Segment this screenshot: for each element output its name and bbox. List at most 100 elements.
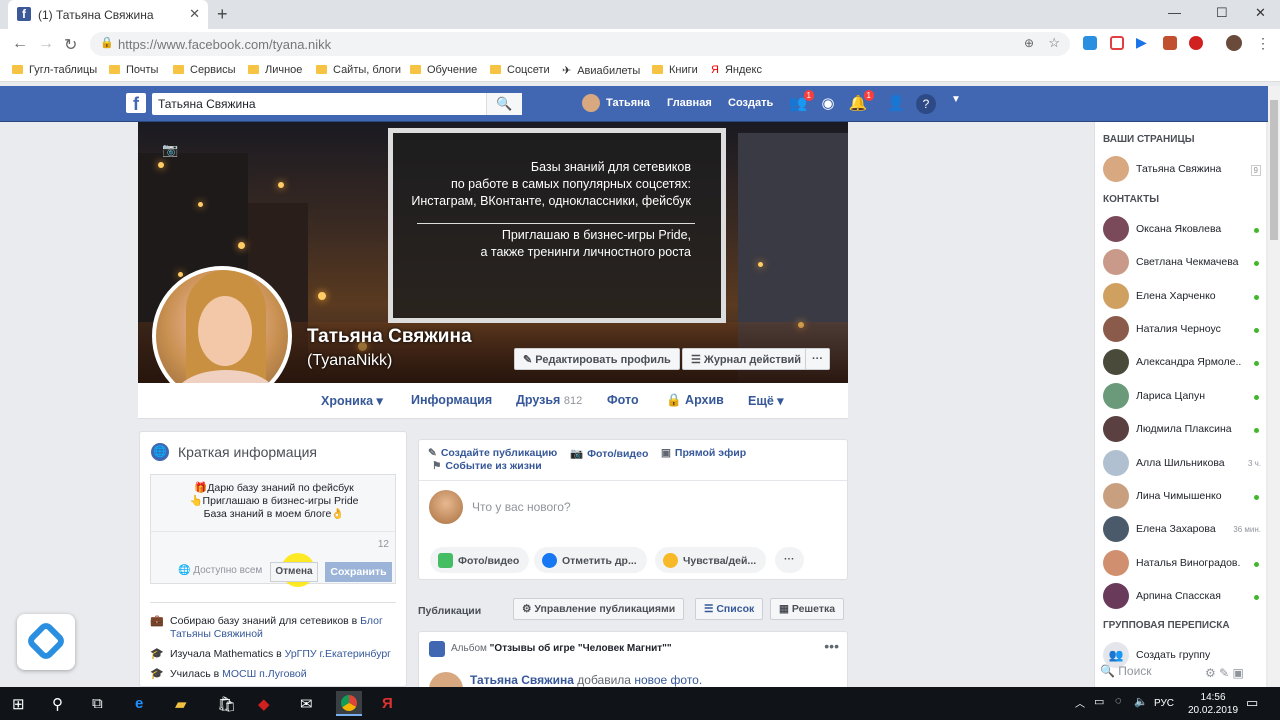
tab-about[interactable]: Информация xyxy=(411,393,492,407)
extension-play-icon[interactable]: ▶ xyxy=(1136,34,1147,51)
contact-item[interactable]: Лина Чимышенко xyxy=(1103,483,1263,511)
home-link[interactable]: Главная xyxy=(667,97,712,109)
contact-item[interactable]: Лариса Цапун xyxy=(1103,383,1263,411)
create-post-tab[interactable]: ✎ Создайте публикацию xyxy=(428,447,557,459)
reload-icon[interactable]: ↻ xyxy=(64,35,77,55)
windows-start-icon[interactable]: ⊞ xyxy=(12,695,25,713)
bookmark-item[interactable]: ✈ Авиабилеты xyxy=(562,64,640,77)
language-indicator[interactable]: РУС xyxy=(1154,698,1174,709)
page-item[interactable]: Татьяна Свяжина 9 xyxy=(1103,156,1263,184)
university-link[interactable]: УрГПУ г.Екатеринбург xyxy=(285,648,391,660)
feeling-pill[interactable]: Чувства/дей... xyxy=(655,547,767,573)
contact-item[interactable]: Александра Ярмоле... xyxy=(1103,349,1263,377)
contact-item[interactable]: Алла Шильникова 3 ч. xyxy=(1103,450,1263,478)
forward-icon[interactable]: → xyxy=(38,35,54,53)
friend-requests-icon[interactable]: 👥 1 xyxy=(788,90,814,114)
menu-dots-icon[interactable]: ⋮ xyxy=(1256,35,1270,52)
tag-friends-pill[interactable]: Отметить др... xyxy=(534,547,647,573)
bookmark-star-icon[interactable]: ☆ xyxy=(1048,35,1060,51)
extension-pocket-icon[interactable] xyxy=(1110,36,1124,50)
bookmark-item[interactable]: Почты xyxy=(109,64,158,76)
activity-log-button[interactable]: ☰ Журнал действий xyxy=(682,348,811,370)
new-tab-button[interactable]: + xyxy=(217,4,228,25)
mail-icon[interactable]: ✉ xyxy=(300,695,313,713)
store-icon[interactable]: 🛍 xyxy=(217,695,236,713)
volume-icon[interactable]: 🔈 xyxy=(1134,695,1148,708)
bookmark-item[interactable]: Книги xyxy=(652,64,698,76)
contact-item[interactable]: Наталия Черноус xyxy=(1103,316,1263,344)
task-view-icon[interactable]: ⧉ xyxy=(92,695,103,712)
post-menu-icon[interactable]: ••• xyxy=(824,638,839,654)
chrome-taskbar-icon[interactable] xyxy=(336,691,362,716)
file-explorer-icon[interactable]: ▰ xyxy=(175,695,187,713)
page-scrollbar[interactable] xyxy=(1268,86,1280,687)
create-link[interactable]: Создать xyxy=(728,97,773,109)
bookmark-item[interactable]: Гугл-таблицы xyxy=(12,64,97,76)
photo-video-pill[interactable]: Фото/видео xyxy=(430,547,530,573)
account-dropdown-icon[interactable]: ▼ xyxy=(946,94,966,114)
facebook-logo-icon[interactable]: f xyxy=(126,93,146,114)
bookmark-item[interactable]: Личное xyxy=(248,64,302,76)
bookmark-item[interactable]: Я Яндекс xyxy=(711,64,762,76)
contact-item[interactable]: Наталья Виноградов... xyxy=(1103,550,1263,578)
clock[interactable]: 14:56 20.02.2019 xyxy=(1188,691,1238,717)
tab-photos[interactable]: Фото xyxy=(607,393,639,407)
chat-search-input[interactable]: 🔍 Поиск xyxy=(1100,664,1152,678)
edge-icon[interactable]: e xyxy=(135,695,143,712)
profile-avatar[interactable] xyxy=(1226,35,1242,51)
bookmark-item[interactable]: Соцсети xyxy=(490,64,550,76)
battery-icon[interactable]: ▭ xyxy=(1094,695,1104,708)
contact-item[interactable]: Людмила Плаксина xyxy=(1103,416,1263,444)
floating-app-widget[interactable] xyxy=(17,614,75,670)
extension-hex-icon[interactable] xyxy=(1083,36,1097,50)
browser-tab[interactable]: f (1) Татьяна Свяжина ✕ xyxy=(8,0,208,29)
bookmark-item[interactable]: Сервисы xyxy=(173,64,236,76)
tab-more[interactable]: Ещё ▾ xyxy=(748,393,784,408)
tab-archive[interactable]: 🔒 Архив xyxy=(666,393,724,408)
extension-red-icon[interactable] xyxy=(1189,36,1203,50)
user-name-link[interactable]: Татьяна xyxy=(606,97,650,109)
gear-icon[interactable]: ⚙ ✎ ▣ xyxy=(1205,666,1244,680)
back-icon[interactable]: ← xyxy=(12,35,28,53)
more-pill[interactable]: ··· xyxy=(775,547,804,573)
tab-friends[interactable]: Друзья 812 xyxy=(516,393,582,407)
author-link[interactable]: Татьяна Свяжина xyxy=(470,673,574,687)
extension-puzzle-icon[interactable] xyxy=(1163,36,1177,50)
yandex-browser-icon[interactable]: Я xyxy=(382,695,393,712)
edit-profile-button[interactable]: ✎ Редактировать профиль xyxy=(514,348,680,370)
cancel-button[interactable]: Отмена xyxy=(270,562,318,582)
minimize-button[interactable]: — xyxy=(1168,5,1181,20)
school-link[interactable]: МОСШ п.Луговой xyxy=(222,668,307,680)
scrollbar-thumb[interactable] xyxy=(1270,100,1278,240)
user-avatar[interactable] xyxy=(582,94,600,112)
notifications-icon[interactable]: 🔔 1 xyxy=(848,90,874,114)
tray-up-icon[interactable]: ︿ xyxy=(1075,695,1085,710)
url-bar[interactable]: 🔒 https://www.facebook.com/tyana.nikk ⊕ … xyxy=(90,32,1070,56)
contact-item[interactable]: Арпина Спасская xyxy=(1103,583,1263,611)
life-event-tab[interactable]: ⚑ Событие из жизни xyxy=(432,460,542,472)
live-video-tab[interactable]: ▣ Прямой эфир xyxy=(661,447,746,459)
contact-item[interactable]: Светлана Чекмачева xyxy=(1103,249,1263,277)
manage-posts-button[interactable]: ⚙ Управление публикациями xyxy=(513,598,685,620)
close-tab-icon[interactable]: ✕ xyxy=(189,6,200,22)
photo-video-tab[interactable]: 📷 Фото/видео xyxy=(570,447,648,460)
maximize-button[interactable]: ☐ xyxy=(1216,5,1228,21)
close-window-button[interactable]: ✕ xyxy=(1255,5,1266,21)
contact-item[interactable]: Оксана Яковлева xyxy=(1103,216,1263,244)
contact-item[interactable]: Елена Захарова 36 мин. xyxy=(1103,516,1263,544)
list-view-button[interactable]: ☰ Список xyxy=(695,598,764,620)
messenger-icon[interactable]: ◉ xyxy=(818,94,838,114)
bookmark-item[interactable]: Обучение xyxy=(410,64,477,76)
camera-icon[interactable]: 📷 xyxy=(162,142,178,158)
friends-icon[interactable]: 👤 xyxy=(886,94,906,114)
fb-search-input[interactable]: Татьяна Свяжина 🔍 xyxy=(152,93,522,115)
search-icon[interactable]: ⚲ xyxy=(52,695,63,713)
more-options-button[interactable]: ··· xyxy=(805,348,830,370)
grid-view-button[interactable]: ▦ Решетка xyxy=(770,598,845,620)
network-icon[interactable]: ◌ xyxy=(1115,695,1122,707)
contact-item[interactable]: Елена Харченко xyxy=(1103,283,1263,311)
translate-icon[interactable]: ⊕ xyxy=(1024,36,1034,50)
composer-input[interactable]: Что у вас нового? xyxy=(472,500,571,514)
visibility-selector[interactable]: 🌐 Доступно всем xyxy=(178,565,262,576)
bookmark-item[interactable]: Сайты, блоги xyxy=(316,64,401,76)
